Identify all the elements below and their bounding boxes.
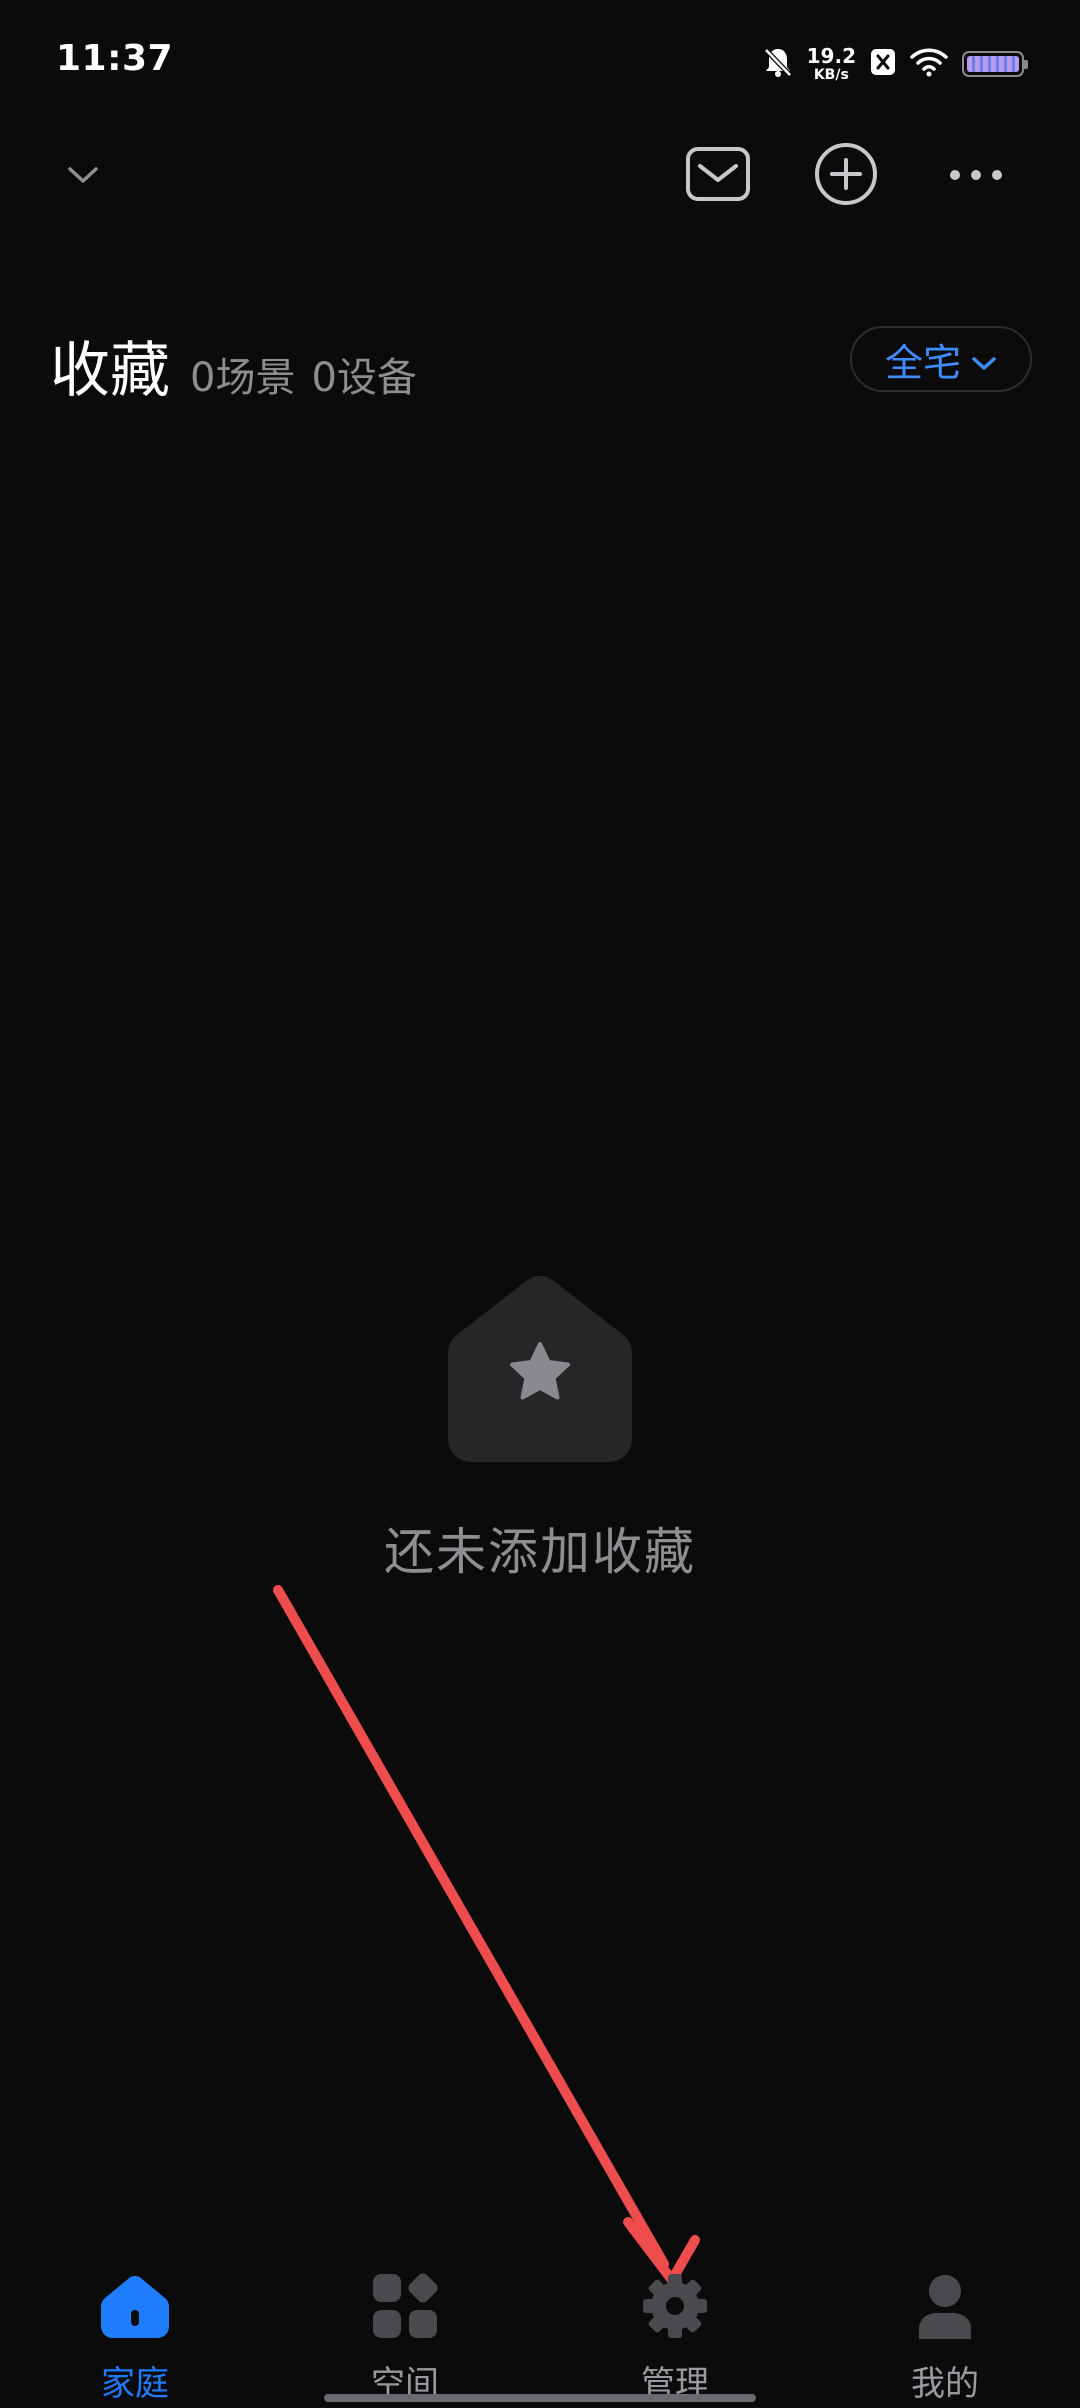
battery-icon <box>962 51 1028 77</box>
x-badge-icon <box>870 48 896 80</box>
message-icon <box>685 146 751 206</box>
home-indicator <box>324 2394 756 2402</box>
nav-item-home[interactable]: 家庭 <box>0 2260 270 2408</box>
space-grid-icon <box>369 2270 441 2342</box>
house-star-icon <box>448 1272 632 1462</box>
person-icon <box>909 2270 981 2342</box>
chevron-down-icon <box>65 164 101 190</box>
home-icon <box>99 2270 171 2342</box>
favorites-title: 收藏 <box>50 336 170 406</box>
add-icon <box>813 141 879 211</box>
wifi-icon <box>910 47 948 81</box>
nav-label-home: 家庭 <box>101 2364 169 2404</box>
empty-state-text: 还未添加收藏 <box>384 1523 696 1581</box>
nav-item-space[interactable]: 空间 <box>270 2260 540 2408</box>
scene-count: 0场景 <box>190 355 296 401</box>
home-switch-button[interactable] <box>58 152 108 202</box>
scope-selector[interactable]: 全宅 <box>850 326 1032 392</box>
scope-label: 全宅 <box>884 340 961 385</box>
network-speed: 19.2 KB/s <box>807 46 856 82</box>
status-time: 11:37 <box>56 38 174 79</box>
bell-muted-icon <box>763 46 793 82</box>
favorites-header: 收藏 0场景 0设备 <box>50 322 417 409</box>
top-action-bar <box>0 120 1080 230</box>
chevron-down-icon <box>971 337 997 381</box>
more-button[interactable] <box>940 140 1012 212</box>
battery-level <box>967 56 1019 72</box>
add-button[interactable] <box>810 140 882 212</box>
nav-label-mine: 我的 <box>911 2364 979 2404</box>
more-icon <box>948 167 1004 186</box>
favorites-count: 0场景 0设备 <box>190 345 417 403</box>
nav-item-manage[interactable]: 管理 <box>540 2260 810 2408</box>
device-count: 0设备 <box>311 355 417 401</box>
gear-icon <box>639 2270 711 2342</box>
nav-item-mine[interactable]: 我的 <box>810 2260 1080 2408</box>
status-bar: 11:37 19.2 KB/s <box>0 0 1080 120</box>
network-speed-value: 19.2 <box>806 44 856 68</box>
bottom-nav: 家庭 空间 管理 我的 <box>0 2260 1080 2408</box>
message-button[interactable] <box>682 140 754 212</box>
status-icons: 19.2 KB/s <box>763 42 1028 86</box>
network-speed-unit: KB/s <box>813 67 849 83</box>
